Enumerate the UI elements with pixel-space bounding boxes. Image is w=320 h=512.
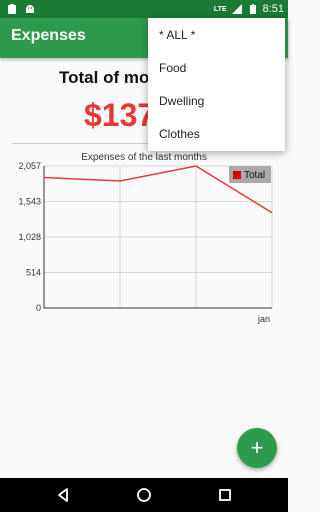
y-tick-label: 1,028 — [18, 232, 41, 242]
add-expense-button[interactable]: + — [237, 428, 277, 468]
navigation-bar — [0, 478, 288, 512]
home-icon[interactable] — [135, 486, 153, 504]
notification-icon — [8, 4, 16, 14]
legend-label: Total — [244, 170, 265, 181]
network-type: LTE — [213, 5, 227, 13]
status-bar: LTE 8:51 — [0, 0, 288, 18]
legend-swatch — [233, 171, 241, 179]
menu-item-dwelling[interactable]: Dwelling — [148, 85, 285, 118]
recents-icon[interactable] — [216, 486, 234, 504]
expenses-line-chart: Expenses of the last months 2,057 1,543 1,… — [18, 152, 273, 324]
chart-title: Expenses of the last months — [81, 152, 207, 163]
total-month-amount: $137 — [84, 97, 156, 133]
y-tick-label: 1,543 — [18, 197, 41, 207]
plus-icon: + — [250, 435, 264, 460]
back-icon[interactable] — [54, 486, 72, 504]
y-tick-label: 2,057 — [18, 161, 41, 171]
chart-legend: Total — [229, 166, 271, 183]
android-icon — [26, 5, 34, 13]
menu-item-clothes[interactable]: Clothes — [148, 118, 285, 151]
y-tick-label: 0 — [36, 303, 41, 313]
battery-icon — [249, 4, 256, 14]
signal-icon — [231, 4, 242, 14]
filter-dropdown-menu: * ALL * Food Dwelling Clothes — [148, 18, 285, 151]
screen: LTE 8:51 Expenses Total of month $137 Ex… — [0, 0, 288, 512]
y-axis-ticks: 2,057 1,543 1,028 514 0 — [18, 161, 41, 313]
status-time: 8:51 — [262, 3, 284, 15]
y-tick-label: 514 — [26, 268, 41, 278]
x-tick-label: jan — [257, 314, 270, 324]
menu-item-food[interactable]: Food — [148, 51, 285, 84]
app-title: Expenses — [11, 27, 86, 44]
chart-grid — [43, 165, 273, 309]
x-axis-ticks: jan — [257, 314, 270, 324]
menu-item-all[interactable]: * ALL * — [148, 18, 285, 51]
